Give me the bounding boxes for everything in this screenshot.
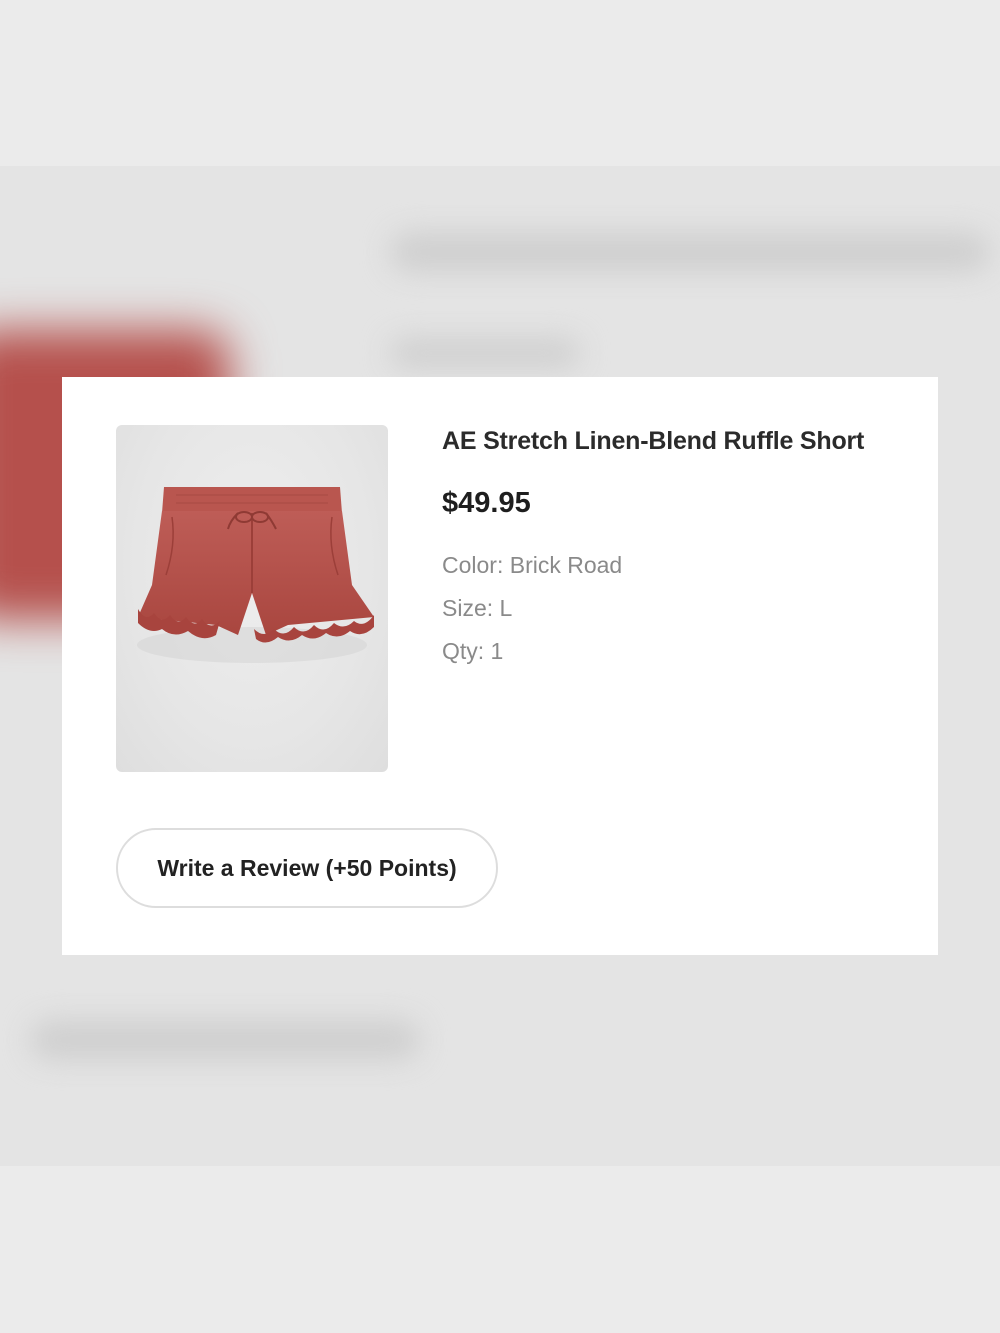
write-review-button[interactable]: Write a Review (+50 Points): [116, 828, 498, 908]
write-review-label: Write a Review (+50 Points): [157, 854, 457, 881]
product-qty: Qty: 1: [442, 638, 504, 664]
order-item-card: AE Stretch Linen-Blend Ruffle Short $49.…: [62, 377, 938, 955]
product-price: $49.95: [442, 487, 531, 519]
background-band-bottom: [0, 1166, 1000, 1333]
product-size: Size: L: [442, 595, 513, 621]
ruffle-shorts-image: [137, 487, 374, 663]
background-blur-line: [30, 1020, 420, 1060]
background-blur-line: [390, 232, 990, 272]
product-color: Color: Brick Road: [442, 552, 623, 578]
product-image[interactable]: [116, 425, 388, 772]
background-band-top: [0, 0, 1000, 166]
background-blur-line: [390, 338, 580, 368]
product-title[interactable]: AE Stretch Linen-Blend Ruffle Short: [442, 427, 864, 456]
